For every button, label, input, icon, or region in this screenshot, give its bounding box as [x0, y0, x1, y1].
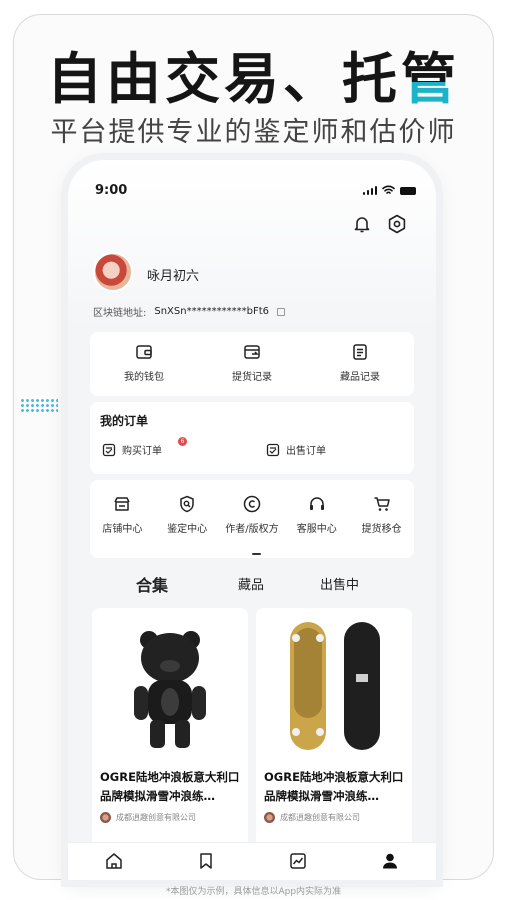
buy-orders-badge: 6: [178, 437, 187, 446]
status-time: 9:00: [95, 183, 128, 198]
quick-link-label: 藏品记录: [340, 372, 380, 383]
copy-icon[interactable]: [276, 307, 285, 316]
service-label: 提货移仓: [361, 524, 402, 535]
tab-items[interactable]: 藏品: [238, 574, 264, 593]
service-customer-support[interactable]: 客服中心: [284, 480, 349, 558]
collection-record-icon: [350, 342, 370, 362]
chart-icon: [290, 853, 306, 869]
phone-screen: 9:00 咏月初六 区块链地址: SnXSn************bFt6 我…: [68, 160, 436, 880]
profile-icon: [383, 853, 397, 869]
my-orders-title: 我的订单: [100, 414, 149, 428]
tabbar-market[interactable]: [252, 843, 344, 880]
chain-address-value: SnXSn************bFt6: [154, 306, 269, 317]
quick-links-card: 我的钱包 提货记录 藏品记录: [90, 332, 414, 396]
settings-icon[interactable]: [386, 213, 408, 235]
username: 咏月初六: [147, 269, 200, 284]
buy-orders-link[interactable]: 购买订单 6: [102, 437, 187, 457]
service-store-center[interactable]: 店铺中心: [90, 480, 155, 558]
cart-icon: [372, 494, 392, 514]
headline-main: 自由交易、托: [46, 47, 401, 111]
disclaimer-footnote: *本图仅为示例，具体信息以App内实际为准: [165, 887, 342, 897]
sell-orders-label: 出售订单: [286, 446, 326, 457]
wallet-icon: [134, 342, 154, 362]
services-pager-indicator: [252, 553, 261, 555]
signal-icon: [362, 186, 377, 195]
battery-icon: [400, 187, 416, 195]
headline-last-char: 管: [401, 47, 461, 111]
product-title: OGRE陆地冲浪板意大利口品牌模拟滑雪冲浪练…: [264, 770, 404, 803]
product-card[interactable]: OGRE陆地冲浪板意大利口品牌模拟滑雪冲浪练… 成都逍趣创意有限公司: [92, 608, 248, 848]
bell-icon[interactable]: [351, 213, 373, 235]
service-label: 作者/版权方: [225, 524, 279, 535]
status-icons: [362, 185, 416, 195]
service-pickup-transfer[interactable]: 提货移仓: [349, 480, 414, 558]
tabbar-bookmark[interactable]: [160, 843, 252, 880]
service-label: 客服中心: [296, 524, 337, 535]
avatar[interactable]: [93, 252, 133, 292]
order-doc-icon: [102, 443, 116, 457]
seller-name: 成都逍趣创意有限公司: [116, 813, 196, 822]
services-card: 店铺中心 鉴定中心 作者/版权方 客服中心 提货移仓: [90, 480, 414, 558]
appraisal-icon: [177, 494, 197, 514]
quick-link-pickup-record[interactable]: 提货记录: [198, 332, 306, 396]
copyright-icon: [242, 494, 262, 514]
seller-name: 成都逍趣创意有限公司: [280, 813, 360, 822]
buy-orders-label: 购买订单: [122, 446, 162, 457]
quick-link-wallet[interactable]: 我的钱包: [90, 332, 198, 396]
product-seller: 成都逍趣创意有限公司: [264, 812, 360, 823]
bottom-tab-bar: [68, 842, 436, 880]
decorative-dots: [20, 398, 58, 414]
quick-link-label: 我的钱包: [124, 372, 164, 383]
service-appraisal-center[interactable]: 鉴定中心: [155, 480, 220, 558]
tabbar-home[interactable]: [68, 843, 160, 880]
product-title: OGRE陆地冲浪板意大利口品牌模拟滑雪冲浪练…: [100, 770, 240, 803]
quick-link-label: 提货记录: [232, 372, 272, 383]
seller-avatar: [264, 812, 275, 823]
my-orders-card: 我的订单 购买订单 6 出售订单: [90, 402, 414, 474]
product-card[interactable]: OGRE陆地冲浪板意大利口品牌模拟滑雪冲浪练… 成都逍趣创意有限公司: [256, 608, 412, 848]
quick-link-collection-record[interactable]: 藏品记录: [306, 332, 414, 396]
headline: 自由交易、托管: [0, 34, 507, 114]
service-copyright-owner[interactable]: 作者/版权方: [220, 480, 285, 558]
headset-icon: [307, 494, 327, 514]
subheadline: 平台提供专业的鉴定师和估价师: [50, 117, 457, 148]
order-doc-icon: [266, 443, 280, 457]
bookmark-icon: [200, 853, 212, 869]
seller-avatar: [100, 812, 111, 823]
wifi-icon: [382, 185, 395, 194]
product-seller: 成都逍趣创意有限公司: [100, 812, 196, 823]
tab-collections[interactable]: 合集: [136, 572, 168, 596]
product-image-surfskate: [256, 608, 412, 758]
service-label: 店铺中心: [102, 524, 143, 535]
service-label: 鉴定中心: [167, 524, 208, 535]
tabbar-profile[interactable]: [344, 843, 436, 880]
home-icon: [106, 853, 122, 869]
pickup-record-icon: [242, 342, 262, 362]
product-image-bear: [92, 608, 248, 758]
store-icon: [112, 494, 132, 514]
collection-tabs: 合集 藏品 出售中: [68, 574, 436, 598]
sell-orders-link[interactable]: 出售订单: [266, 442, 326, 457]
chain-address-label: 区块链地址:: [93, 308, 147, 319]
tab-on-sale[interactable]: 出售中: [320, 574, 359, 593]
chain-address-row: 区块链地址: SnXSn************bFt6: [93, 304, 285, 319]
